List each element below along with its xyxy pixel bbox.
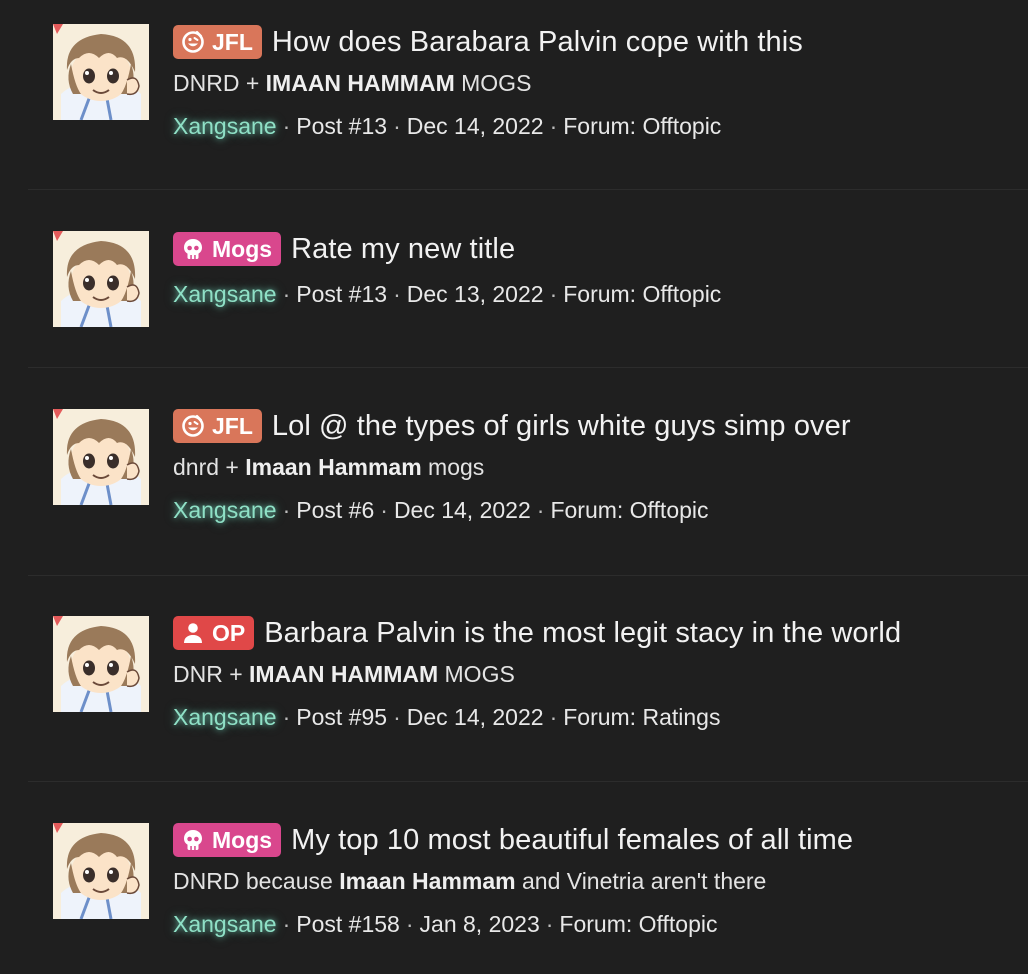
- avatar[interactable]: [53, 409, 149, 505]
- search-result-item: JFL Lol @ the types of girls white guys …: [28, 368, 1028, 576]
- post-snippet: dnrd + Imaan Hammam mogs: [173, 454, 485, 480]
- forum-link[interactable]: Forum: Ratings: [563, 704, 720, 730]
- author-link[interactable]: Xangsane: [173, 497, 277, 523]
- prefix-badge-jfl[interactable]: JFL: [173, 409, 262, 443]
- jfl-smiley-icon: [181, 30, 205, 54]
- search-result-item: OP Barbara Palvin is the most legit stac…: [28, 576, 1028, 782]
- result-meta: Xangsane · Post #6 · Dec 14, 2022 · Forum: Off…: [173, 497, 709, 523]
- result-meta: Xangsane · Post #95 · Dec 14, 2022 · Forum: Ra…: [173, 704, 721, 730]
- forum-link[interactable]: Forum: Offtopic: [559, 911, 717, 937]
- post-date: Dec 14, 2022: [393, 497, 531, 523]
- search-result-item: Mogs Rate my new title Xangsane · Post #13…: [28, 190, 1028, 368]
- post-date: Dec 14, 2022: [406, 704, 544, 730]
- post-date: Dec 13, 2022: [406, 281, 544, 307]
- author-link[interactable]: Xangsane: [173, 911, 277, 937]
- post-date: Jan 8, 2023: [419, 911, 540, 937]
- post-snippet: DNRD because Imaan Hammam and Vinetria a…: [173, 868, 767, 894]
- badge-label: Mogs: [212, 826, 273, 853]
- post-number-link[interactable]: Post #13: [296, 281, 387, 307]
- thread-title-link[interactable]: Barbara Palvin is the most legit stacy i…: [264, 617, 901, 650]
- result-meta: Xangsane · Post #158 · Jan 8, 2023 · Forum: Of…: [173, 911, 718, 937]
- avatar[interactable]: [53, 231, 149, 327]
- skull-icon: [181, 828, 205, 852]
- prefix-badge-op[interactable]: OP: [173, 616, 255, 650]
- result-meta: Xangsane · Post #13 · Dec 13, 2022 · Forum: Of…: [173, 281, 722, 307]
- jfl-smiley-icon: [181, 414, 205, 438]
- forum-link[interactable]: Forum: Offtopic: [563, 281, 721, 307]
- badge-label: Mogs: [212, 235, 273, 262]
- avatar[interactable]: [53, 616, 149, 712]
- post-number-link[interactable]: Post #6: [296, 497, 374, 523]
- thread-title-link[interactable]: How does Barabara Palvin cope with this: [272, 26, 803, 59]
- post-number-link[interactable]: Post #13: [296, 113, 387, 139]
- post-snippet: DNR + IMAAN HAMMAM MOGS: [173, 661, 515, 687]
- post-number-link[interactable]: Post #158: [296, 911, 400, 937]
- user-icon: [181, 621, 205, 645]
- forum-link[interactable]: Forum: Offtopic: [563, 113, 721, 139]
- author-link[interactable]: Xangsane: [173, 113, 277, 139]
- badge-label: JFL: [212, 28, 253, 55]
- prefix-badge-mogs[interactable]: Mogs: [173, 232, 282, 266]
- result-meta: Xangsane · Post #13 · Dec 14, 2022 · Forum: Of…: [173, 113, 722, 139]
- badge-label: OP: [212, 619, 246, 646]
- author-link[interactable]: Xangsane: [173, 281, 277, 307]
- avatar[interactable]: [53, 823, 149, 919]
- post-number-link[interactable]: Post #95: [296, 704, 387, 730]
- search-results-list: JFL How does Barabara Palvin cope with t…: [0, 0, 1028, 974]
- author-link[interactable]: Xangsane: [173, 704, 277, 730]
- thread-title-link[interactable]: Lol @ the types of girls white guys simp…: [272, 410, 851, 443]
- post-date: Dec 14, 2022: [406, 113, 544, 139]
- prefix-badge-mogs[interactable]: Mogs: [173, 823, 282, 857]
- search-result-item: JFL How does Barabara Palvin cope with t…: [28, 0, 1028, 190]
- forum-link[interactable]: Forum: Offtopic: [550, 497, 708, 523]
- prefix-badge-jfl[interactable]: JFL: [173, 25, 262, 59]
- post-snippet: DNRD + IMAAN HAMMAM MOGS: [173, 70, 532, 96]
- avatar[interactable]: [53, 24, 149, 120]
- badge-label: JFL: [212, 412, 253, 439]
- thread-title-link[interactable]: My top 10 most beautiful females of all …: [291, 824, 853, 857]
- skull-icon: [181, 237, 205, 261]
- search-result-item: Mogs My top 10 most beautiful females of…: [28, 782, 1028, 974]
- thread-title-link[interactable]: Rate my new title: [291, 233, 515, 266]
